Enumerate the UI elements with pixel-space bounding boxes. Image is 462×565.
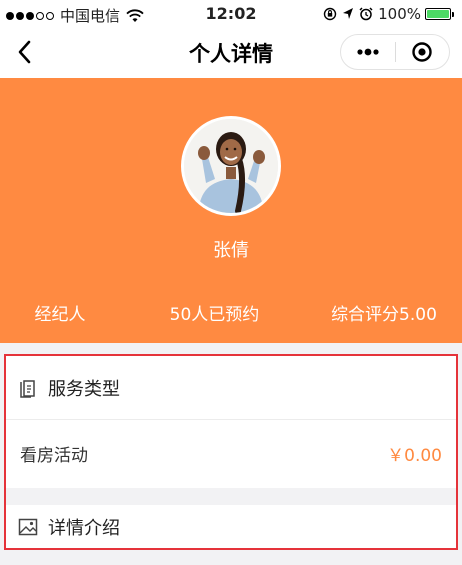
- mini-program-capsule: [340, 34, 450, 70]
- avatar: [181, 116, 281, 216]
- service-type-header: 服务类型: [6, 356, 456, 420]
- detail-intro-title: 详情介绍: [48, 517, 120, 539]
- alarm-icon: [359, 7, 373, 21]
- rotation-lock-icon: [323, 7, 337, 21]
- more-dots-icon: [357, 48, 379, 56]
- battery-tip: [452, 11, 454, 17]
- status-right: 100%: [323, 5, 454, 23]
- status-bar: 中国电信 12:02 100%: [0, 0, 462, 28]
- overall-rating: 综合评分5.00: [331, 305, 437, 325]
- location-icon: [343, 8, 354, 19]
- close-button[interactable]: [396, 35, 450, 69]
- profile-stats: 经纪人 50人已预约 综合评分5.00: [0, 300, 462, 325]
- profile-header: 张倩 经纪人 50人已预约 综合评分5.00: [0, 78, 462, 343]
- battery-icon: [425, 8, 451, 20]
- battery-percent: 100%: [378, 5, 421, 23]
- nav-bar: 个人详情: [0, 28, 462, 76]
- detail-intro-header: 详情介绍: [6, 505, 456, 548]
- avatar-photo: [184, 119, 278, 213]
- service-type-title: 服务类型: [48, 378, 120, 400]
- service-item[interactable]: 看房活动 ￥0.00: [6, 420, 456, 486]
- target-close-icon: [412, 42, 432, 62]
- detail-intro-section: 详情介绍: [6, 505, 456, 548]
- service-item-name: 看房活动: [20, 445, 88, 466]
- profile-role: 经纪人: [34, 305, 86, 325]
- document-icon: [18, 378, 38, 398]
- profile-name: 张倩: [213, 240, 249, 261]
- more-button[interactable]: [341, 35, 395, 69]
- image-icon: [18, 517, 38, 537]
- service-type-section: 服务类型 看房活动 ￥0.00: [6, 356, 456, 488]
- booked-count: 50人已预约: [169, 305, 260, 325]
- service-item-price: ￥0.00: [387, 445, 442, 466]
